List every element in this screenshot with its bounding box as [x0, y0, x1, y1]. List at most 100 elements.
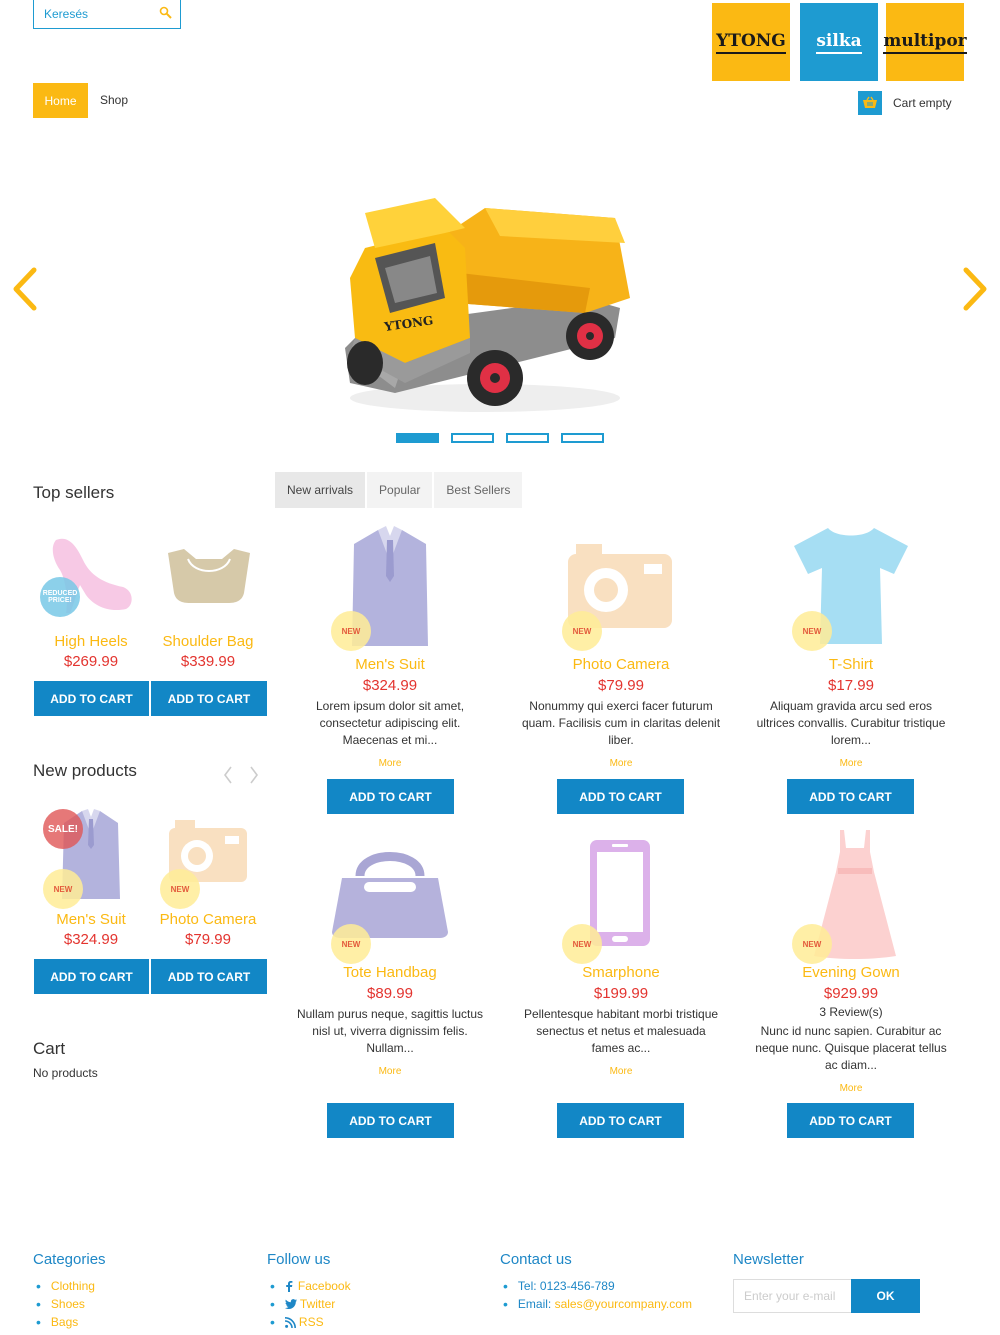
product-card: Smarphone $199.99 Pellentesque habitant …: [521, 964, 721, 1077]
product-price: $324.99: [63, 931, 119, 948]
add-to-cart-button[interactable]: ADD TO CART: [557, 1103, 684, 1138]
product-name[interactable]: T-Shirt: [751, 656, 951, 673]
slider-dot[interactable]: [396, 433, 439, 443]
search-icon[interactable]: [159, 6, 173, 20]
new-badge: NEW: [43, 869, 83, 909]
product-description: Nunc id nunc sapien. Curabitur ac neque n…: [755, 1024, 947, 1072]
more-link[interactable]: More: [290, 758, 490, 769]
product-price: $929.99: [823, 985, 879, 1002]
twitter-icon: [284, 1299, 297, 1309]
product-price: $324.99: [362, 677, 418, 694]
slider-dot[interactable]: [561, 433, 604, 443]
cart-block-title: Cart: [33, 1039, 66, 1058]
rss-icon: [284, 1316, 296, 1328]
product-price: $79.99: [185, 931, 231, 948]
add-to-cart-button[interactable]: ADD TO CART: [787, 779, 914, 814]
product-card: Evening Gown $929.99 3 Review(s) Nunc id…: [751, 964, 951, 1094]
reduced-price-badge: REDUCED PRICE!: [40, 577, 80, 617]
new-product-card: Photo Camera $79.99: [150, 911, 266, 948]
chevron-left-icon[interactable]: [222, 765, 234, 785]
footer-follow-title: Follow us: [267, 1251, 331, 1268]
product-price: $89.99: [367, 985, 413, 1002]
product-description: Lorem ipsum dolor sit amet, consectetur a…: [315, 699, 465, 747]
product-name[interactable]: Shoulder Bag: [150, 633, 266, 650]
add-to-cart-button[interactable]: ADD TO CART: [34, 681, 149, 716]
footer-link-facebook[interactable]: Facebook: [270, 1277, 351, 1295]
cart-empty-text: No products: [33, 1066, 98, 1080]
slide-dump-truck-image: YTONG: [345, 198, 630, 412]
more-link[interactable]: More: [521, 1066, 721, 1077]
product-name[interactable]: Photo Camera: [521, 656, 721, 673]
nav-shop[interactable]: Shop: [100, 93, 128, 107]
slider-prev-arrow-icon[interactable]: [10, 266, 40, 312]
footer-contact-title: Contact us: [500, 1251, 572, 1268]
brand-ytong[interactable]: YTONG: [712, 3, 790, 81]
footer-follow-list: Facebook Twitter RSS: [270, 1277, 351, 1331]
add-to-cart-button[interactable]: ADD TO CART: [557, 779, 684, 814]
search-input[interactable]: [34, 0, 154, 27]
cart-status[interactable]: Cart empty: [893, 96, 952, 110]
tab-best-sellers[interactable]: Best Sellers: [434, 472, 523, 508]
top-sellers-title: Top sellers: [33, 483, 115, 502]
brand-silka[interactable]: silka: [800, 3, 878, 81]
more-link[interactable]: More: [751, 758, 951, 769]
add-to-cart-button[interactable]: ADD TO CART: [327, 1103, 454, 1138]
product-price: $339.99: [180, 653, 236, 670]
product-description: Aliquam gravida arcu sed eros ultrices co…: [756, 699, 946, 747]
product-price: $269.99: [63, 653, 119, 670]
add-to-cart-button[interactable]: ADD TO CART: [34, 959, 149, 994]
product-card: Men's Suit $324.99 Lorem ipsum dolor sit…: [290, 656, 490, 769]
review-count[interactable]: 3 Review(s): [751, 1005, 951, 1019]
footer-link-shoes[interactable]: Shoes: [36, 1295, 95, 1313]
more-link[interactable]: More: [521, 758, 721, 769]
contact-email: Email: sales@yourcompany.com: [503, 1295, 692, 1313]
add-to-cart-button[interactable]: ADD TO CART: [151, 681, 267, 716]
facebook-icon: [286, 1281, 293, 1292]
footer-link-bags[interactable]: Bags: [36, 1313, 95, 1331]
new-badge: NEW: [792, 924, 832, 964]
product-name[interactable]: Men's Suit: [290, 656, 490, 673]
sale-badge: SALE!: [43, 809, 83, 849]
product-name[interactable]: Photo Camera: [150, 911, 266, 928]
product-name[interactable]: Smarphone: [521, 964, 721, 981]
product-description: Nullam purus neque, sagittis luctus nisl …: [296, 1007, 484, 1055]
tab-new-arrivals[interactable]: New arrivals: [275, 472, 366, 508]
footer-link-rss[interactable]: RSS: [270, 1313, 351, 1331]
nav-home[interactable]: Home: [33, 83, 88, 118]
contact-email-link[interactable]: sales@yourcompany.com: [555, 1297, 692, 1311]
product-price: $199.99: [593, 985, 649, 1002]
product-name[interactable]: Men's Suit: [33, 911, 149, 928]
facebook-label: Facebook: [297, 1279, 351, 1293]
brand-multipor[interactable]: multipor: [883, 3, 967, 81]
rss-label: RSS: [298, 1315, 324, 1329]
product-name[interactable]: Evening Gown: [751, 964, 951, 981]
search-box: [33, 0, 181, 29]
product-price: $17.99: [828, 677, 874, 694]
more-link[interactable]: More: [290, 1066, 490, 1077]
contact-email-label: Email:: [517, 1297, 552, 1311]
chevron-right-icon[interactable]: [248, 765, 260, 785]
basket-icon[interactable]: [858, 91, 882, 115]
slider-dot[interactable]: [506, 433, 549, 443]
shoulder-bag-image[interactable]: [166, 545, 252, 605]
add-to-cart-button[interactable]: ADD TO CART: [327, 779, 454, 814]
slider-next-arrow-icon[interactable]: [960, 266, 990, 312]
add-to-cart-button[interactable]: ADD TO CART: [787, 1103, 914, 1138]
product-name[interactable]: High Heels: [33, 633, 149, 650]
newsletter-ok-button[interactable]: OK: [851, 1279, 920, 1313]
footer-link-twitter[interactable]: Twitter: [270, 1295, 351, 1313]
brand-ytong-label: YTONG: [716, 31, 786, 54]
footer-link-clothing[interactable]: Clothing: [36, 1277, 95, 1295]
product-card: T-Shirt $17.99 Aliquam gravida arcu sed …: [751, 656, 951, 769]
product-tabs: New arrivals Popular Best Sellers: [275, 472, 523, 508]
product-name[interactable]: Tote Handbag: [290, 964, 490, 981]
product-description: Pellentesque habitant morbi tristique sen…: [523, 1007, 719, 1055]
more-link[interactable]: More: [751, 1083, 951, 1094]
new-badge: NEW: [331, 611, 371, 651]
tab-popular[interactable]: Popular: [367, 472, 433, 508]
add-to-cart-button[interactable]: ADD TO CART: [151, 959, 267, 994]
slider-dot[interactable]: [451, 433, 494, 443]
newsletter-email-input[interactable]: [733, 1279, 851, 1313]
footer-contact-list: Tel: 0123-456-789 Email: sales@yourcompa…: [503, 1277, 692, 1313]
product-price: $79.99: [598, 677, 644, 694]
